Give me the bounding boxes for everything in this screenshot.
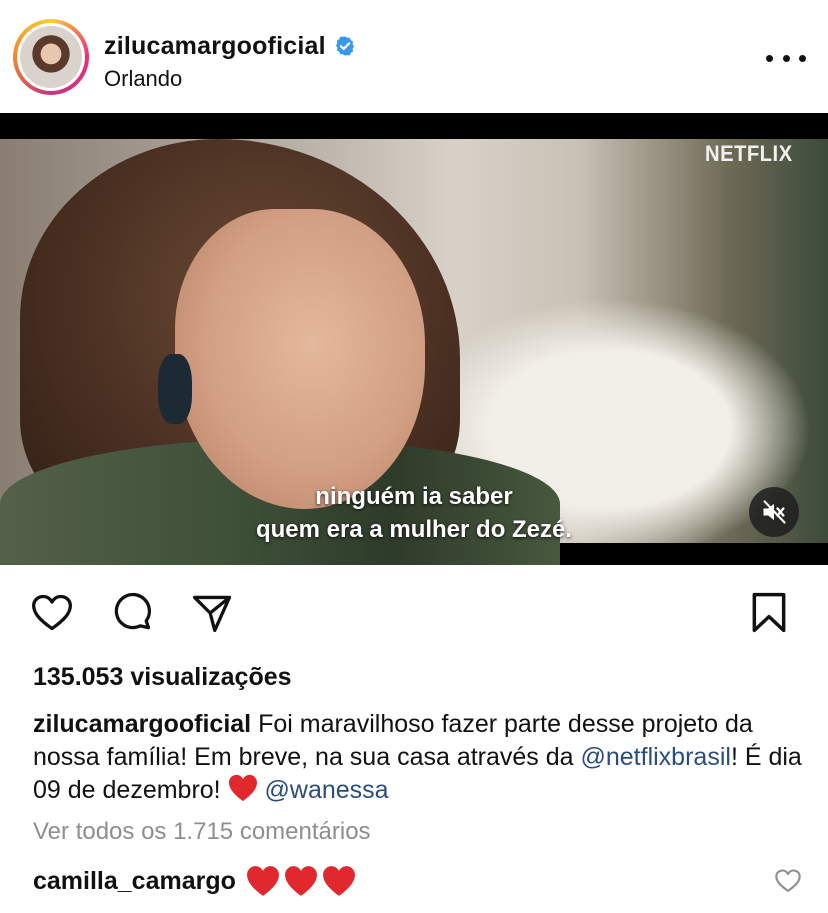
comment-button[interactable] bbox=[109, 590, 155, 636]
more-options-icon[interactable] bbox=[766, 45, 806, 71]
view-all-comments-link[interactable]: Ver todos os 1.715 comentários bbox=[33, 818, 371, 846]
red-heart-emoji-icon bbox=[284, 866, 317, 896]
post-caption: zilucamargooficial Foi maravilhoso fazer… bbox=[33, 708, 803, 807]
comment-username[interactable]: camilla_camargo bbox=[33, 867, 236, 896]
caption-username[interactable]: zilucamargooficial bbox=[33, 710, 251, 738]
mention-wanessa[interactable]: @wanessa bbox=[265, 776, 389, 804]
heart-icon bbox=[32, 594, 72, 631]
like-button[interactable] bbox=[29, 590, 75, 636]
verified-badge-icon bbox=[335, 36, 354, 56]
action-bar bbox=[0, 590, 828, 640]
red-heart-emoji-icon bbox=[246, 866, 279, 896]
username-row: zilucamargooficial bbox=[104, 30, 356, 62]
post-header: zilucamargooficial Orlando bbox=[0, 0, 828, 113]
muted-speaker-icon bbox=[763, 500, 786, 524]
bookmark-icon bbox=[752, 592, 786, 633]
share-button[interactable] bbox=[189, 590, 235, 636]
username-link[interactable]: zilucamargooficial bbox=[104, 32, 326, 61]
view-count: 135.053 visualizações bbox=[33, 663, 292, 691]
video-subtitle-line1: ninguém ia saber bbox=[315, 483, 513, 510]
mute-toggle-button[interactable] bbox=[749, 487, 799, 537]
netflix-logo: NETFLIX bbox=[705, 141, 793, 166]
comment-text bbox=[246, 865, 356, 897]
red-heart-emoji-icon bbox=[322, 866, 355, 896]
profile-avatar[interactable] bbox=[13, 19, 89, 95]
send-icon bbox=[192, 595, 232, 633]
comment-like-heart-icon[interactable] bbox=[774, 867, 802, 895]
save-button[interactable] bbox=[746, 590, 792, 636]
comment-icon bbox=[114, 592, 152, 630]
location-link[interactable]: Orlando bbox=[104, 66, 182, 92]
red-heart-emoji-icon bbox=[228, 774, 257, 802]
comment-row: camilla_camargo bbox=[33, 862, 356, 900]
video-subtitle-line2: quem era a mulher do Zezé. bbox=[255, 516, 573, 543]
mention-netflixbrasil[interactable]: @netflixbrasil bbox=[581, 743, 731, 771]
